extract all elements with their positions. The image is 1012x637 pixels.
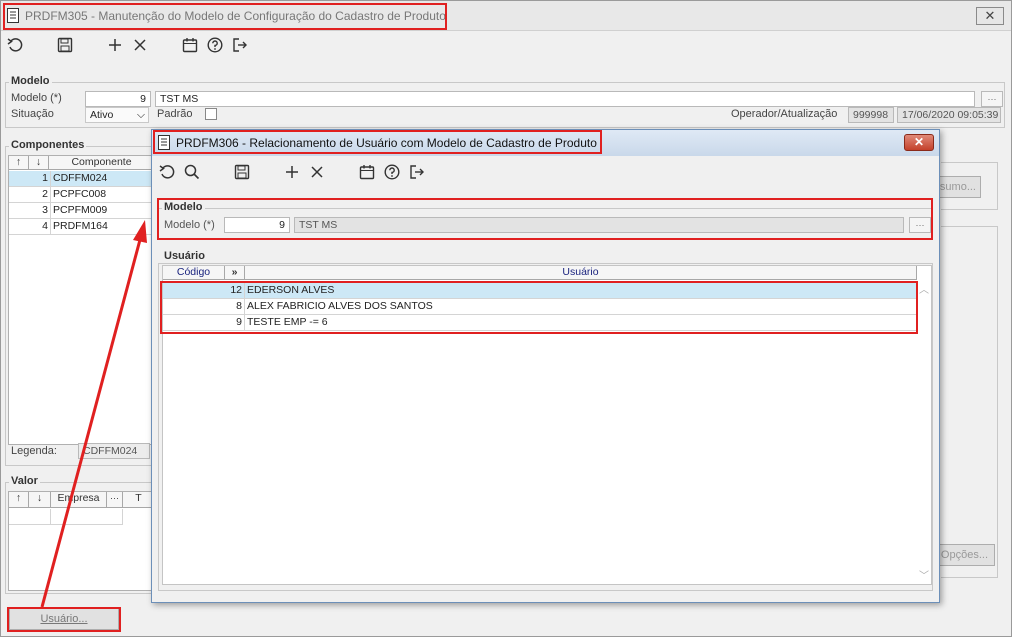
- save-icon[interactable]: [233, 163, 251, 181]
- chevron-down-icon[interactable]: ﹀: [919, 567, 929, 582]
- usuario-row-code[interactable]: 8: [163, 299, 245, 315]
- calendar-icon[interactable]: [358, 163, 376, 181]
- undo-icon[interactable]: [158, 163, 176, 181]
- usuario-dialog: PRDFM306 - Relacionamento de Usuário com…: [151, 129, 940, 603]
- usuario-grid-scrollbar[interactable]: ︿ ﹀: [917, 281, 931, 584]
- dialog-modelo-code-field[interactable]: 9: [224, 217, 290, 233]
- codigo-column-header[interactable]: Código: [163, 266, 225, 280]
- usuario-row-code[interactable]: 12: [163, 283, 245, 299]
- dialog-close-button[interactable]: ✕: [904, 134, 934, 151]
- help-icon[interactable]: [383, 163, 401, 181]
- annotation-box-dialog-title: [153, 130, 602, 154]
- add-icon[interactable]: [283, 163, 301, 181]
- search-icon[interactable]: [183, 163, 201, 181]
- usuario-row-code[interactable]: 9: [163, 315, 245, 331]
- chevron-up-icon[interactable]: ︿: [919, 281, 929, 296]
- usuario-row-name[interactable]: TESTE EMP -= 6: [245, 315, 917, 331]
- delete-icon[interactable]: [308, 163, 326, 181]
- exit-icon[interactable]: [408, 163, 426, 181]
- dialog-usuario-legend: Usuário: [162, 250, 207, 262]
- dialog-modelo-name-field: TST MS: [294, 217, 904, 233]
- usuario-row-name[interactable]: EDERSON ALVES: [245, 283, 917, 299]
- dialog-modelo-legend: Modelo: [162, 201, 205, 213]
- dialog-modelo-label: Modelo (*): [164, 219, 215, 231]
- usuario-column-header[interactable]: Usuário: [245, 266, 917, 280]
- usuario-row-name[interactable]: ALEX FABRICIO ALVES DOS SANTOS: [245, 299, 917, 315]
- usuario-grid: Código » Usuário 12 EDERSON ALVES 8 ALEX…: [162, 265, 932, 585]
- dialog-modelo-lookup-button[interactable]: ···: [909, 217, 931, 233]
- double-chevron-icon[interactable]: »: [225, 266, 245, 280]
